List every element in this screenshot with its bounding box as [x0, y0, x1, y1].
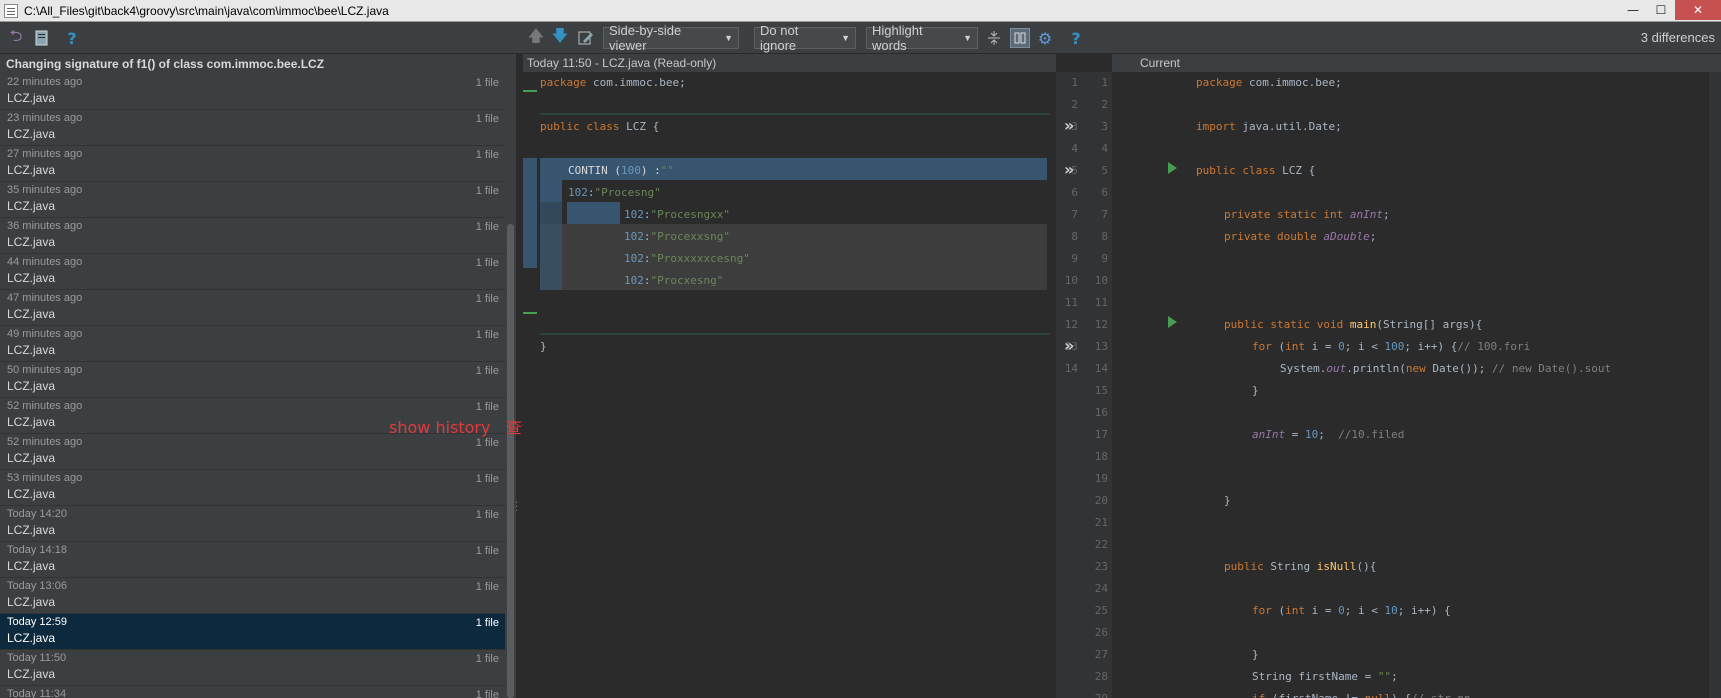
diff-marker-strip[interactable] — [1709, 72, 1721, 698]
right-line-number: 7 — [1101, 208, 1108, 221]
code-line: } — [1224, 494, 1231, 507]
right-line-number: 10 — [1094, 274, 1108, 287]
right-line-number: 11 — [1094, 296, 1108, 309]
code-line: 102:"Procesng" — [568, 186, 661, 199]
left-line-number: 2 — [1071, 98, 1078, 111]
right-line-number: 18 — [1094, 450, 1108, 463]
code-line: if (firstName != null) {// str.nn — [1252, 688, 1471, 698]
code-line: private static int anInt; — [1224, 208, 1390, 221]
code-line: public String isNull(){ — [1224, 560, 1377, 573]
code-line: public class LCZ { — [540, 120, 660, 133]
right-line-number: 14 — [1094, 362, 1108, 375]
code-line: CONTIN (100) :"" — [568, 164, 674, 177]
code-line: System.out.println(new Date()); // new D… — [1280, 362, 1612, 375]
left-line-number: 14 — [1064, 362, 1078, 375]
right-line-number: 16 — [1094, 406, 1108, 419]
run-icon[interactable] — [1168, 316, 1177, 328]
right-line-number: 2 — [1101, 98, 1108, 111]
right-line-number: 3 — [1101, 120, 1108, 133]
right-line-number: 25 — [1094, 604, 1108, 617]
right-line-number: 29 — [1086, 688, 1108, 698]
apply-change-icon[interactable]: » — [1064, 160, 1074, 179]
code-line: 102:"Proxxxxxcesng" — [624, 252, 750, 265]
code-line: String firstName = ""; — [1252, 670, 1398, 683]
code-line: import java.util.Date; — [1196, 120, 1342, 133]
right-line-number: 23 — [1094, 560, 1108, 573]
right-line-number: 27 — [1094, 648, 1108, 661]
right-line-number: 12 — [1094, 318, 1108, 331]
apply-change-icon[interactable]: » — [1064, 336, 1074, 355]
left-line-number: 7 — [1071, 208, 1078, 221]
left-line-number: 6 — [1071, 186, 1078, 199]
code-line: public class LCZ { — [1196, 164, 1316, 177]
left-line-number: 10 — [1064, 274, 1078, 287]
left-line-number: 8 — [1071, 230, 1078, 243]
code-line: private double aDouble; — [1224, 230, 1377, 243]
right-line-number: 4 — [1101, 142, 1108, 155]
left-line-number: 4 — [1071, 142, 1078, 155]
right-line-number: 13 — [1094, 340, 1108, 353]
left-line-number: 1 — [1071, 76, 1078, 89]
code-line: } — [1252, 648, 1259, 661]
right-line-number: 21 — [1094, 516, 1108, 529]
code-line: 102:"Procexxsng" — [624, 230, 730, 243]
run-icon[interactable] — [1168, 162, 1177, 174]
code-line: for (int i = 0; i < 100; i++) {// 100.fo… — [1252, 340, 1531, 353]
apply-change-icon[interactable]: » — [1064, 116, 1074, 135]
code-line: 102:"Procxesng" — [624, 274, 724, 287]
right-line-number: 1 — [1101, 76, 1108, 89]
code-line: package com.immoc.bee; — [1196, 76, 1342, 89]
code-line: package com.immoc.bee; — [540, 76, 686, 89]
right-line-number: 20 — [1094, 494, 1108, 507]
code-line: 102:"Procesngxx" — [624, 208, 730, 221]
right-line-number: 26 — [1094, 626, 1108, 639]
right-line-number: 5 — [1101, 164, 1108, 177]
current-header: Current — [1112, 54, 1721, 72]
right-line-number: 8 — [1101, 230, 1108, 243]
left-line-number: 11 — [1064, 296, 1078, 309]
right-line-number: 22 — [1094, 538, 1108, 551]
right-line-number: 9 — [1101, 252, 1108, 265]
left-line-number: 9 — [1071, 252, 1078, 265]
code-line: anInt = 10; //10.filed — [1252, 428, 1405, 441]
right-line-number: 19 — [1094, 472, 1108, 485]
code-line: public static void main(String[] args){ — [1224, 318, 1483, 331]
right-line-number: 6 — [1101, 186, 1108, 199]
right-line-number: 28 — [1094, 670, 1108, 683]
code-line: } — [540, 340, 547, 353]
right-line-number: 24 — [1094, 582, 1108, 595]
right-line-number: 15 — [1094, 384, 1108, 397]
code-line: } — [1252, 384, 1259, 397]
right-line-number: 17 — [1094, 428, 1108, 441]
code-line: for (int i = 0; i < 10; i++) { — [1252, 604, 1451, 617]
left-line-number: 12 — [1064, 318, 1078, 331]
